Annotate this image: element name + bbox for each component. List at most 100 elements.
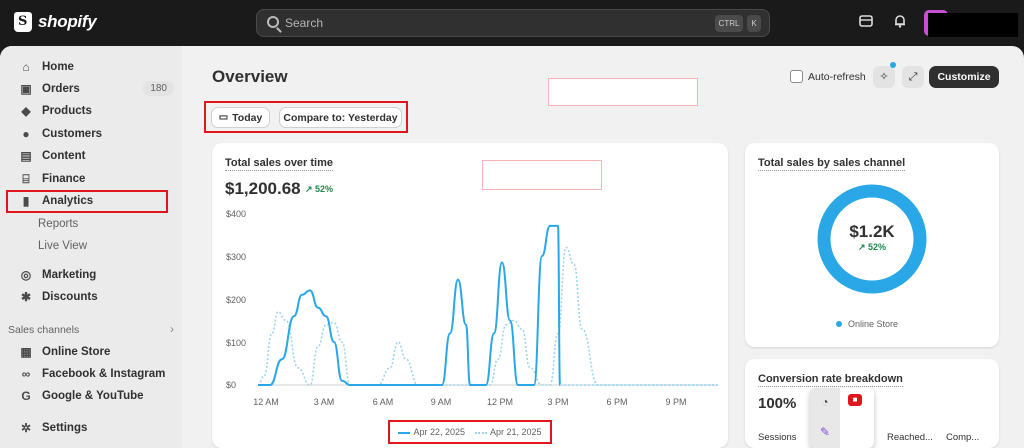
notification-dot <box>890 62 896 68</box>
x-tick-label: 3 AM <box>313 397 335 407</box>
sidebar-item-label: Google & YouTube <box>42 390 144 402</box>
sidebar-item-finance[interactable]: ⌸ Finance <box>8 169 176 189</box>
today-label: Today <box>232 111 263 124</box>
page-title: Overview <box>212 67 288 86</box>
y-tick-label: $0 <box>226 380 237 390</box>
sales-line-chart <box>258 224 718 386</box>
sidebar-item-content[interactable]: ▤ Content <box>8 146 176 166</box>
redacted-field <box>548 78 698 106</box>
store-icon[interactable] <box>856 13 876 33</box>
y-tick-label: $200 <box>226 295 247 305</box>
sidebar-item-label: Finance <box>42 173 86 185</box>
shopify-logo[interactable]: shopify <box>14 12 97 32</box>
person-icon: ● <box>22 127 30 141</box>
donut-delta: ↗ 52% <box>857 242 887 252</box>
orders-count-badge: 180 <box>143 81 174 96</box>
sidebar-item-label: Home <box>42 61 74 73</box>
legend-label: Apr 22, 2025 <box>413 427 465 437</box>
x-tick-label: 9 AM <box>430 397 452 407</box>
x-tick-label: 6 PM <box>606 397 628 407</box>
sidebar-item-google-youtube[interactable]: G Google & YouTube <box>8 386 176 406</box>
sidebar-item-label: Settings <box>42 422 88 434</box>
redacted-account-name <box>928 13 1018 37</box>
x-tick-label: 12 PM <box>486 397 513 407</box>
customize-button[interactable]: Customize <box>929 66 999 88</box>
redacted-field <box>482 160 602 190</box>
legend-label: Online Store <box>848 319 899 329</box>
sidebar-item-label: Marketing <box>42 269 97 281</box>
sidebar-item-marketing[interactable]: ◎ Marketing <box>8 265 176 285</box>
column-header: Reached... <box>887 432 933 443</box>
sidebar-item-label: Facebook & Instagram <box>42 368 166 380</box>
discount-icon: ✱ <box>20 290 32 304</box>
sidebar-item-reports[interactable]: Reports <box>8 214 176 234</box>
sidebar-item-discounts[interactable]: ✱ Discounts <box>8 287 176 307</box>
x-tick-label: 9 PM <box>665 397 687 407</box>
y-tick-label: $100 <box>226 338 247 348</box>
sidebar-item-label: Content <box>42 150 86 162</box>
google-icon: G <box>21 389 31 403</box>
legend-item-previous[interactable]: Apr 21, 2025 <box>475 427 542 437</box>
content-icon: ▤ <box>20 149 32 163</box>
brand-name: shopify <box>38 12 97 31</box>
sidebar-item-label: Customers <box>42 128 103 140</box>
pen-icon[interactable]: ✎ <box>817 424 833 440</box>
gear-icon: ✲ <box>20 421 32 435</box>
auto-refresh-checkbox[interactable] <box>790 70 803 83</box>
sidebar-item-label: Discounts <box>42 291 98 303</box>
gauge-icon[interactable]: ◔ <box>817 394 833 410</box>
search-icon <box>267 16 279 28</box>
sidebar-item-label: Live View <box>38 240 88 252</box>
analytics-highlight <box>6 190 168 213</box>
x-tick-label: 12 AM <box>253 397 279 407</box>
compare-button[interactable]: Compare to: Yesterday <box>279 107 402 128</box>
expand-icon[interactable]: ⤢ <box>902 66 924 88</box>
sidebar-item-label: Products <box>42 105 92 117</box>
x-tick-label: 3 PM <box>547 397 569 407</box>
sales-by-channel-title[interactable]: Total sales by sales channel <box>758 157 906 171</box>
sidebar-item-live-view[interactable]: Live View <box>8 236 176 256</box>
sidebar-item-products[interactable]: ◆ Products <box>8 101 176 121</box>
sidebar-item-customers[interactable]: ● Customers <box>8 124 176 144</box>
y-tick-label: $400 <box>226 209 247 219</box>
sparkle-icon[interactable]: ✧ <box>873 66 895 88</box>
tag-icon: ◆ <box>21 104 31 118</box>
donut-center: $1.2K ↗ 52% <box>820 222 924 253</box>
today-button[interactable]: ▭ Today <box>211 107 270 128</box>
shortcut-k: K <box>747 15 761 32</box>
home-icon: ⌂ <box>22 60 30 74</box>
shortcut-ctrl: CTRL <box>715 15 743 32</box>
x-tick-label: 6 AM <box>372 397 394 407</box>
target-icon: ◎ <box>20 268 32 282</box>
meta-icon: ∞ <box>21 367 31 381</box>
chevron-right-icon[interactable]: › <box>170 322 174 336</box>
sidebar-item-label: Orders <box>42 83 80 95</box>
total-sales-delta: ↗ 52% <box>305 184 334 194</box>
total-sales-title[interactable]: Total sales over time <box>225 157 334 171</box>
sidebar-item-facebook-instagram[interactable]: ∞ Facebook & Instagram <box>8 364 176 384</box>
search-bar[interactable]: Search CTRL K <box>256 9 770 37</box>
sidebar-item-home[interactable]: ⌂ Home <box>8 57 176 77</box>
conversion-title[interactable]: Conversion rate breakdown <box>758 373 903 387</box>
orders-icon: ▣ <box>20 82 32 96</box>
compare-label: Compare to: Yesterday <box>283 111 398 124</box>
conversion-value: 100% <box>758 395 797 412</box>
sidebar-item-online-store[interactable]: ▦ Online Store <box>8 342 176 362</box>
column-header: Comp... <box>946 432 980 443</box>
sales-channels-label: Sales channels <box>8 324 80 336</box>
calendar-icon: ▭ <box>218 112 229 123</box>
auto-refresh-label: Auto-refresh <box>808 71 866 83</box>
sidebar-item-orders[interactable]: ▣ Orders 180 <box>8 79 176 99</box>
bell-icon[interactable] <box>890 13 910 33</box>
channel-legend: Online Store <box>836 319 898 329</box>
donut-value: $1.2K <box>849 222 895 241</box>
record-icon[interactable]: ■ <box>848 394 862 406</box>
y-tick-label: $300 <box>226 252 247 262</box>
total-sales-value: $1,200.68 <box>225 179 301 198</box>
sidebar-item-settings[interactable]: ✲ Settings <box>8 418 176 438</box>
legend-item-current[interactable]: Apr 22, 2025 <box>398 427 465 437</box>
sidebar-item-label: Online Store <box>42 346 111 358</box>
chart-legend: Apr 22, 2025 Apr 21, 2025 <box>388 420 552 444</box>
column-header: Sessions <box>758 432 797 443</box>
legend-dot <box>836 321 842 327</box>
